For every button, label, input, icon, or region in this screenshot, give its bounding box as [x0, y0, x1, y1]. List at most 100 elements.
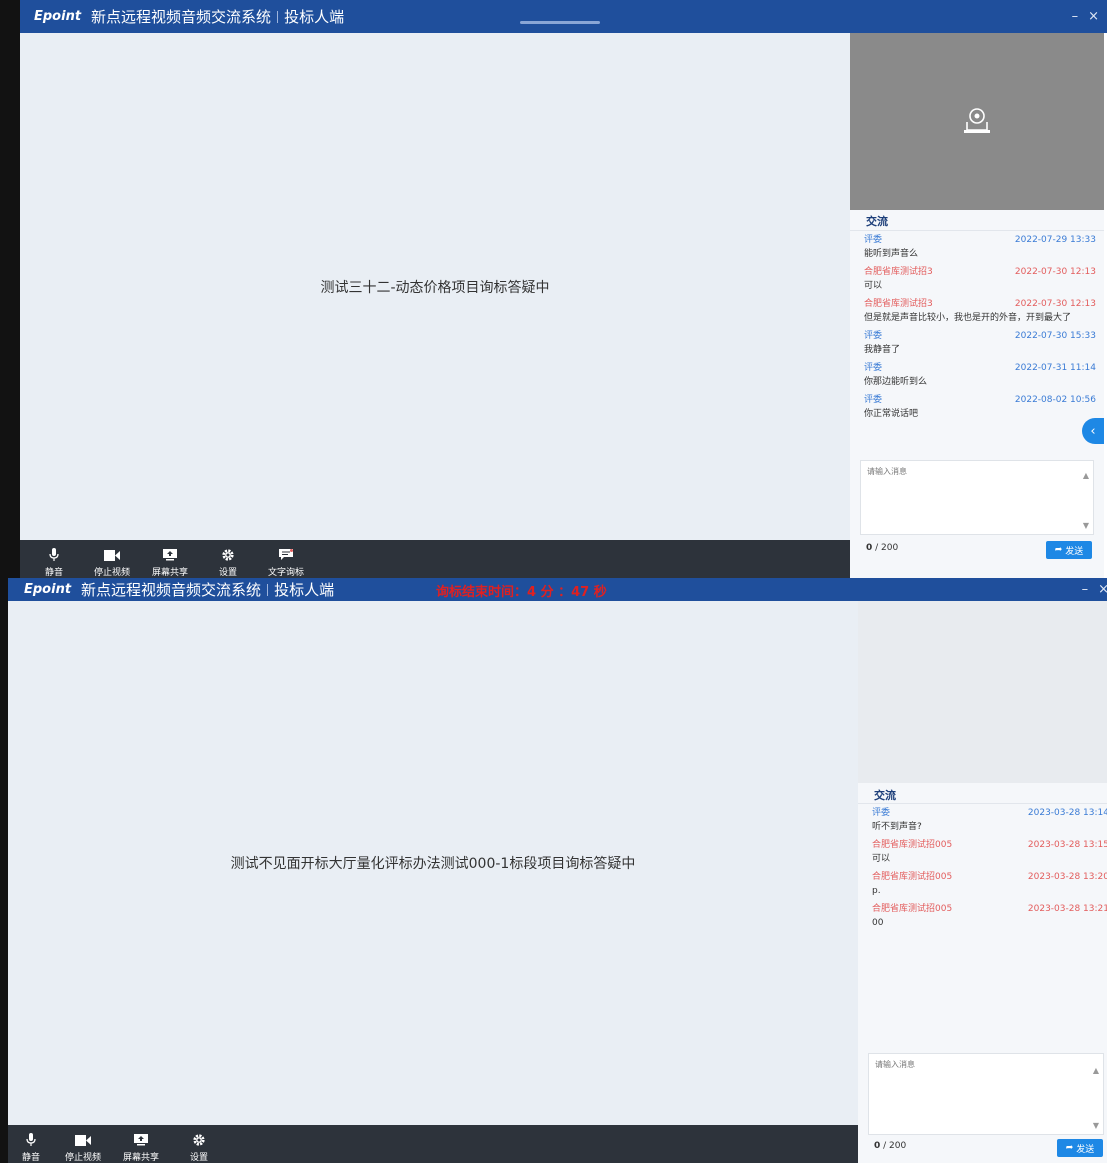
send-button[interactable]: ➦ 发送 — [1057, 1139, 1103, 1157]
message-sender: 评委 — [864, 395, 883, 405]
message-sender: 评委 — [864, 235, 883, 245]
epoint-logo: Epoint — [24, 582, 72, 597]
message-input[interactable] — [861, 461, 1093, 534]
screen-share-button[interactable]: 屏幕共享 — [112, 1134, 170, 1163]
message-time: 2023-03-28 13:14 — [1027, 808, 1107, 818]
screen-share-icon — [134, 1134, 148, 1146]
scroll-up-arrow[interactable]: ▲ — [1093, 1066, 1099, 1075]
message: 合肥省库测试招005 2023-03-28 13:20 p. — [872, 871, 1107, 899]
window-controls: – × — [1082, 578, 1107, 601]
mute-button[interactable]: 静音 — [8, 1133, 54, 1163]
title-bar[interactable]: Epoint 新点远程视频音频交流系统 投标人端 – × — [20, 0, 1107, 33]
message-input[interactable] — [869, 1054, 1103, 1134]
message-input-box: ▲ ▼ — [868, 1053, 1104, 1135]
message-sender: 合肥省库测试招005 — [872, 840, 953, 850]
video-stage: 测试不见面开标大厅量化评标办法测试000-1标段项目询标答疑中 — [8, 601, 858, 1125]
minimize-button[interactable]: – — [1082, 582, 1089, 597]
message-list: 评委 2022-07-29 13:33 能听到声音么 合肥省库测试招3 2022-0… — [864, 234, 1096, 426]
self-video-preview — [850, 33, 1104, 210]
close-button[interactable]: × — [1098, 582, 1107, 597]
gear-icon — [193, 1134, 205, 1146]
message-text: 可以 — [864, 281, 883, 291]
send-label: 发送 — [1065, 546, 1084, 557]
message-time: 2022-07-30 12:13 — [1014, 299, 1096, 309]
stop-video-label: 停止视频 — [64, 1153, 101, 1163]
collapse-panel-button[interactable]: ‹ — [1082, 418, 1104, 444]
message: 评委 2022-07-31 11:14 你那边能听到么 — [864, 362, 1096, 390]
gear-icon — [222, 549, 234, 561]
bottom-toolbar: 静音 停止视频 屏幕共享 设置 文字询标 — [20, 540, 850, 578]
settings-label: 设置 — [189, 1153, 208, 1163]
scroll-down-arrow[interactable]: ▼ — [1083, 521, 1089, 530]
send-icon: ➦ — [1065, 1143, 1074, 1153]
title-bar[interactable]: Epoint 新点远程视频音频交流系统 投标人端 询标结束时间：4 分 ：47 … — [8, 578, 1107, 601]
close-button[interactable]: × — [1088, 9, 1099, 24]
window-left-edge — [0, 0, 20, 578]
char-count-max: / 200 — [872, 543, 899, 553]
text-inquiry-label: 文字询标 — [267, 568, 304, 578]
send-button[interactable]: ➦ 发送 — [1046, 541, 1092, 559]
message-time: 2022-07-30 15:33 — [1014, 331, 1096, 341]
stage-status-text: 测试三十二-动态价格项目询标答疑中 — [320, 279, 550, 296]
message-time: 2023-03-28 13:15 — [1027, 840, 1107, 850]
message-sender: 合肥省库测试招3 — [864, 267, 933, 277]
chat-header: 交流 — [858, 784, 1107, 804]
message-sender: 合肥省库测试招005 — [872, 872, 953, 882]
message-text: 听不到声音? — [872, 822, 922, 832]
stop-video-label: 停止视频 — [93, 568, 130, 578]
char-count-max: / 200 — [880, 1141, 907, 1151]
drag-handle[interactable] — [520, 21, 600, 24]
screen-share-button[interactable]: 屏幕共享 — [141, 549, 199, 578]
message-list: 评委 2023-03-28 13:14 听不到声音? 合肥省库测试招005 2023… — [872, 807, 1107, 935]
chat-panel: 交流 评委 2022-07-29 13:33 能听到声音么 合肥省库测试招3 202… — [850, 33, 1104, 578]
settings-button[interactable]: 设置 — [170, 1134, 228, 1163]
window-bottom: Epoint 新点远程视频音频交流系统 投标人端 询标结束时间：4 分 ：47 … — [8, 578, 1107, 1163]
message-time: 2022-07-30 12:13 — [1014, 267, 1096, 277]
video-camera-icon — [75, 1135, 91, 1146]
message-text: 你那边能听到么 — [864, 377, 928, 387]
message: 评委 2022-07-30 15:33 我静音了 — [864, 330, 1096, 358]
message-time: 2023-03-28 13:21 — [1027, 904, 1107, 914]
app-title: 新点远程视频音频交流系统 — [91, 8, 272, 26]
message: 评委 2022-08-02 10:56 你正常说话吧 — [864, 394, 1096, 422]
screen-share-label: 屏幕共享 — [151, 568, 188, 578]
char-counter: 0 / 200 — [866, 543, 898, 553]
microphone-icon — [26, 1133, 36, 1146]
webcam-icon — [964, 107, 990, 133]
send-icon: ➦ — [1054, 545, 1063, 555]
minimize-button[interactable]: – — [1072, 9, 1079, 24]
settings-label: 设置 — [218, 568, 237, 578]
message-time: 2022-07-29 13:33 — [1014, 235, 1096, 245]
role-label: 投标人端 — [274, 581, 335, 599]
chat-panel: 交流 评委 2023-03-28 13:14 听不到声音? 合肥省库测试招005 2… — [858, 601, 1107, 1163]
chat-header: 交流 — [850, 213, 1104, 231]
stop-video-button[interactable]: 停止视频 — [54, 1135, 112, 1163]
role-label: 投标人端 — [284, 8, 345, 26]
settings-button[interactable]: 设置 — [199, 549, 257, 578]
message: 评委 2023-03-28 13:14 听不到声音? — [872, 807, 1107, 835]
window-controls: – × — [1072, 0, 1099, 33]
message-text: 你正常说话吧 — [864, 409, 919, 419]
message: 合肥省库测试招005 2023-03-28 13:15 可以 — [872, 839, 1107, 867]
mute-label: 静音 — [21, 1153, 40, 1163]
char-counter: 0 / 200 — [874, 1141, 906, 1151]
self-video-preview — [858, 601, 1107, 783]
message-text: 但是就是声音比较小，我也是开的外音，开到最大了 — [864, 313, 1072, 323]
message: 合肥省库测试招3 2022-07-30 12:13 可以 — [864, 266, 1096, 294]
video-stage: 测试三十二-动态价格项目询标答疑中 — [20, 33, 850, 540]
message: 合肥省库测试招3 2022-07-30 12:13 但是就是声音比较小，我也是开的… — [864, 298, 1096, 326]
message: 评委 2022-07-29 13:33 能听到声音么 — [864, 234, 1096, 262]
message-text: 可以 — [872, 854, 891, 864]
screen-share-icon — [163, 549, 177, 561]
stop-video-button[interactable]: 停止视频 — [83, 550, 141, 578]
send-label: 发送 — [1076, 1144, 1095, 1155]
mute-label: 静音 — [44, 568, 63, 578]
message-text: p. — [872, 886, 881, 896]
scroll-up-arrow[interactable]: ▲ — [1083, 471, 1089, 480]
inquiry-countdown-timer: 询标结束时间：4 分 ：47 秒 — [436, 585, 607, 600]
scroll-down-arrow[interactable]: ▼ — [1093, 1121, 1099, 1130]
text-inquiry-button[interactable]: 文字询标 — [257, 549, 315, 578]
window-top: Epoint 新点远程视频音频交流系统 投标人端 – × 测试三十二-动态价格项… — [20, 0, 1107, 578]
mute-button[interactable]: 静音 — [25, 548, 83, 578]
screen-share-label: 屏幕共享 — [122, 1153, 159, 1163]
